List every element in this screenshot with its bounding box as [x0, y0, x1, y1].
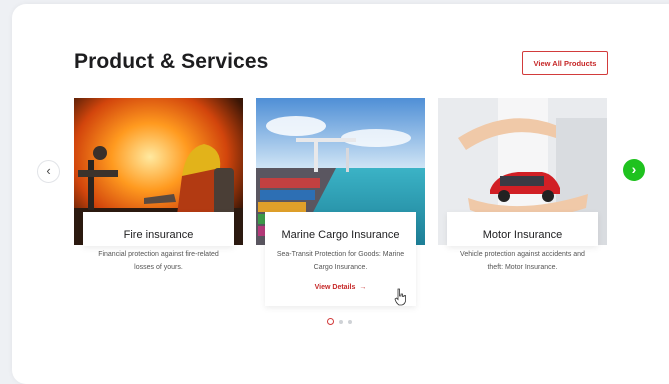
- motor-insurance-desc-wrap: Vehicle protection against accidents and…: [447, 246, 598, 274]
- section-title: Product & Services: [74, 50, 269, 73]
- carousel-next-button[interactable]: ›: [623, 159, 645, 181]
- card-description: Vehicle protection against accidents and…: [460, 251, 585, 271]
- carousel-dot-2[interactable]: [339, 319, 343, 324]
- carousel-pagination: [327, 318, 352, 325]
- carousel-dot-3[interactable]: [348, 319, 352, 324]
- view-all-products-button[interactable]: View All Products: [522, 51, 608, 75]
- card-description: Financial protection against fire-relate…: [98, 251, 219, 271]
- card-description: Sea-Transit Protection for Goods: Marine…: [276, 251, 405, 271]
- view-details-label: View Details: [314, 284, 356, 291]
- arrow-right-icon: →: [359, 284, 367, 291]
- fire-insurance-desc-wrap: Financial protection against fire-relate…: [83, 246, 234, 274]
- chevron-left-icon: ‹: [46, 163, 51, 178]
- motor-insurance-card[interactable]: Motor Insurance: [447, 212, 598, 246]
- carousel-dot-1[interactable]: [327, 318, 334, 325]
- card-title: Motor Insurance: [482, 229, 563, 241]
- card-title: Marine Cargo Insurance: [281, 229, 400, 241]
- hand-cursor-icon: [394, 288, 406, 306]
- card-title: Fire insurance: [123, 229, 194, 241]
- fire-insurance-card[interactable]: Fire insurance: [83, 212, 234, 246]
- chevron-right-icon: ›: [631, 161, 637, 177]
- carousel-prev-button[interactable]: ‹: [37, 160, 60, 183]
